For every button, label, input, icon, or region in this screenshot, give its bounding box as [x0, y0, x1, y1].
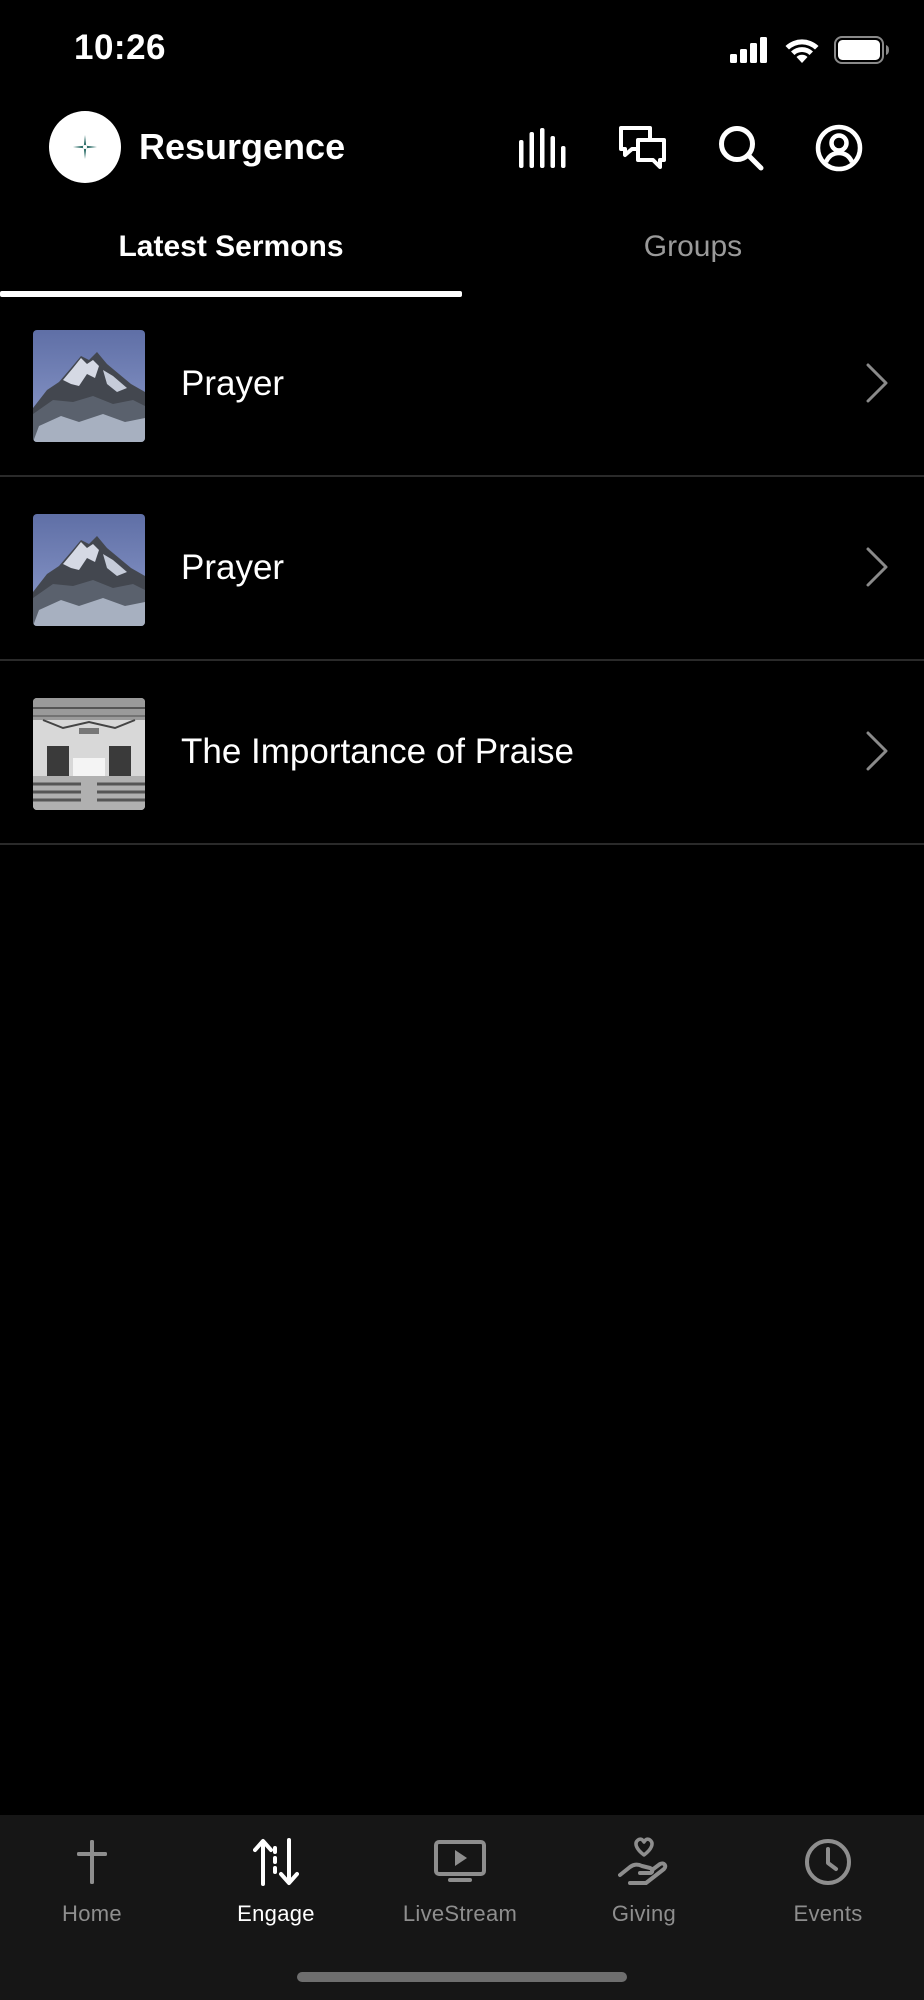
tabbar-label-home: Home	[62, 1901, 122, 1926]
tabbar-item-livestream[interactable]: LiveStream	[368, 1831, 552, 1927]
tabbar-item-home[interactable]: Home	[0, 1831, 184, 1927]
wifi-icon	[785, 39, 819, 63]
list-item[interactable]: Prayer	[0, 293, 924, 477]
sermon-title: The Importance of Praise	[181, 732, 574, 771]
list-item[interactable]: Prayer	[0, 477, 924, 661]
list-item[interactable]: The Importance of Praise	[0, 661, 924, 845]
arrows-up-down-icon	[184, 1831, 368, 1893]
chat-bubbles-icon[interactable]	[617, 122, 669, 174]
cross-icon	[0, 1831, 184, 1893]
chevron-right-icon	[866, 363, 888, 403]
signal-icon	[730, 37, 767, 63]
search-icon[interactable]	[715, 122, 767, 174]
user-account-icon[interactable]	[813, 122, 865, 174]
tabbar-label-events: Events	[793, 1901, 863, 1926]
tabbar-item-giving[interactable]: Giving	[552, 1831, 736, 1927]
status-bar: 10:26	[0, 0, 924, 100]
app-header: Resurgence	[0, 100, 924, 196]
tabbar-item-events[interactable]: Events	[736, 1831, 920, 1927]
app-title: Resurgence	[139, 126, 346, 167]
tab-groups-label: Groups	[643, 230, 743, 263]
status-time: 10:26	[74, 28, 167, 67]
tab-latest-sermons-label: Latest Sermons	[118, 230, 344, 263]
status-icons	[730, 36, 890, 64]
tabbar-label-giving: Giving	[611, 1901, 677, 1926]
bottom-tab-bar: Home Engage LiveStream Giving Events	[0, 1815, 924, 2000]
sermon-title: Prayer	[181, 364, 285, 403]
tabbar-label-livestream: LiveStream	[402, 1901, 518, 1926]
sermon-title: Prayer	[181, 548, 285, 587]
resurgence-logo-icon[interactable]	[49, 111, 121, 183]
sermon-thumbnail	[33, 698, 145, 810]
sermon-thumbnail	[33, 330, 145, 442]
segment-tabs: Latest Sermons Groups	[0, 205, 924, 297]
sermon-thumbnail	[33, 514, 145, 626]
sermon-list: Prayer Prayer The Importance of Praise	[0, 293, 924, 845]
battery-icon	[834, 36, 889, 64]
tabbar-label-engage: Engage	[237, 1901, 315, 1926]
tab-latest-sermons[interactable]: Latest Sermons	[0, 205, 462, 297]
chevron-right-icon	[866, 547, 888, 587]
tabbar-item-engage[interactable]: Engage	[184, 1831, 368, 1927]
home-indicator	[297, 1972, 627, 1982]
audio-bars-icon[interactable]	[518, 122, 570, 174]
chevron-right-icon	[866, 731, 888, 771]
tab-groups[interactable]: Groups	[462, 205, 924, 295]
clock-icon	[736, 1831, 920, 1893]
play-screen-icon	[368, 1831, 552, 1893]
hand-heart-icon	[552, 1831, 736, 1893]
